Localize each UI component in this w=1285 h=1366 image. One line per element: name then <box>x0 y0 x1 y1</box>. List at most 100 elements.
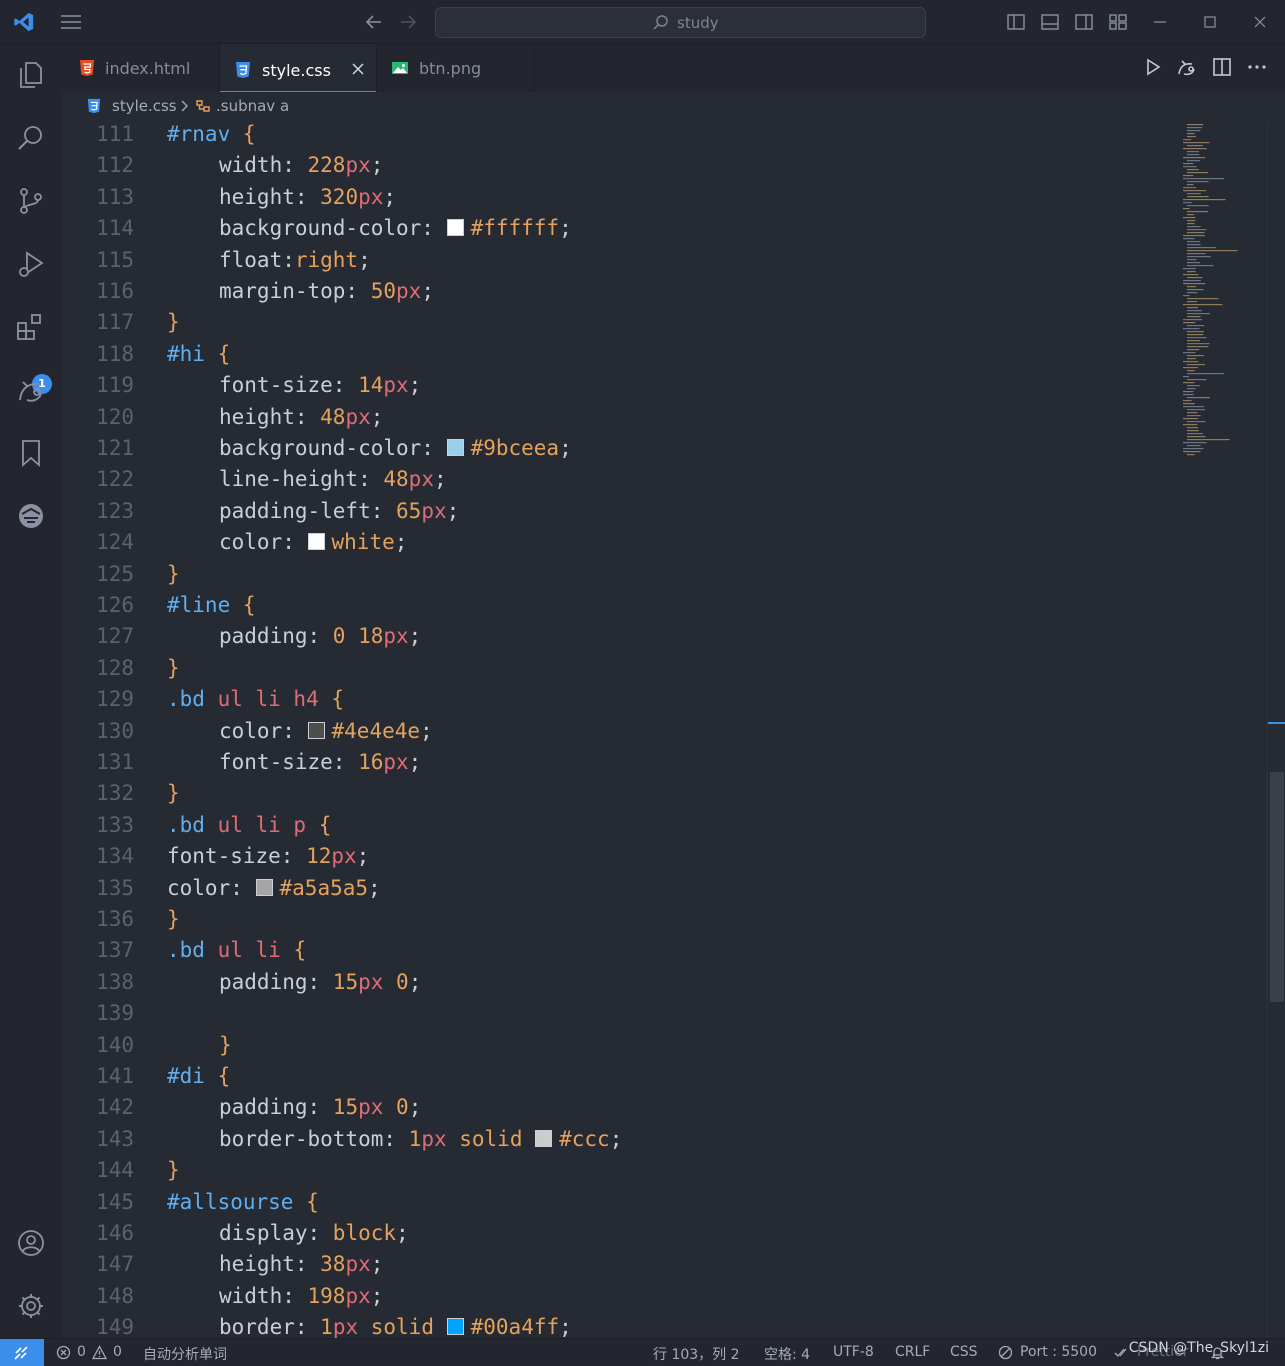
extension-panel-icon[interactable] <box>15 500 47 532</box>
accounts-icon[interactable] <box>15 1227 47 1259</box>
code-line[interactable]: 126 #line { <box>62 593 1162 624</box>
minimap-line <box>1187 169 1199 171</box>
live-server-port[interactable]: Port : 5500 <box>1020 1344 1097 1360</box>
color-swatch[interactable] <box>307 721 325 739</box>
code-token: { <box>318 812 332 837</box>
code-line[interactable]: 119 font-size: 14px; <box>62 373 1162 404</box>
menu-icon[interactable] <box>60 13 82 31</box>
code-line[interactable]: 111 #rnav { <box>62 122 1162 153</box>
minimize-icon[interactable] <box>1149 11 1171 33</box>
color-swatch[interactable] <box>307 533 325 551</box>
code-line[interactable]: 137 .bd ul li { <box>62 938 1162 969</box>
code-line[interactable]: 144} <box>62 1158 1162 1189</box>
indentation[interactable]: 空格: 4 <box>764 1344 810 1364</box>
code-line[interactable]: 139 <box>62 1001 1162 1032</box>
code-line[interactable]: 141 #di { <box>62 1064 1162 1095</box>
vertical-scrollbar[interactable] <box>1267 122 1285 1338</box>
line-ending[interactable]: CRLF <box>895 1344 930 1360</box>
code-line[interactable]: 135 color: #a5a5a5; <box>62 876 1162 907</box>
explorer-icon[interactable] <box>15 59 47 91</box>
color-swatch[interactable] <box>446 439 464 456</box>
code-line[interactable]: 128} <box>62 656 1162 687</box>
code-line[interactable]: 118 #hi { <box>62 342 1162 373</box>
code-line[interactable]: 134 font-size: 12px; <box>62 844 1162 875</box>
run-icon[interactable] <box>1142 56 1164 78</box>
code-line[interactable]: 117} <box>62 310 1162 341</box>
forward-arrow-icon[interactable] <box>398 12 418 32</box>
code-line[interactable]: 123 padding-left: 65px; <box>62 499 1162 530</box>
encoding[interactable]: UTF-8 <box>833 1344 874 1360</box>
code-line[interactable]: 140} <box>62 1033 1162 1064</box>
code-line[interactable]: 133 .bd ul li p { <box>62 813 1162 844</box>
code-line[interactable]: 145 #allsourse { <box>62 1190 1162 1221</box>
tab-style-css[interactable]: style.css <box>220 44 377 93</box>
code-line[interactable]: 136} <box>62 907 1162 938</box>
code-line[interactable]: 115 float:right; <box>62 248 1162 279</box>
source-control-icon[interactable] <box>15 185 47 217</box>
code-line[interactable]: 122 line-height: 48px; <box>62 467 1162 498</box>
breadcrumb-file[interactable]: style.css <box>112 97 177 115</box>
color-swatch[interactable] <box>255 878 273 896</box>
warning-count[interactable]: 0 <box>113 1344 122 1360</box>
run-debug-icon[interactable] <box>15 248 47 280</box>
close-window-icon[interactable] <box>1249 11 1271 33</box>
maximize-icon[interactable] <box>1199 11 1221 33</box>
code-line[interactable]: 142 padding: 15px 0; <box>62 1095 1162 1126</box>
code-token: padding: <box>219 1095 333 1120</box>
customize-layout-icon[interactable] <box>1108 12 1128 32</box>
code-line[interactable]: 132} <box>62 781 1162 812</box>
tab-btn-png[interactable]: btn.png <box>377 44 535 92</box>
settings-gear-icon[interactable] <box>15 1290 47 1322</box>
minimap-line <box>1183 178 1225 180</box>
cursor-position[interactable]: 行 103，列 2 <box>653 1344 740 1364</box>
back-arrow-icon[interactable] <box>364 12 384 32</box>
code-line[interactable]: 129 .bd ul li h4 { <box>62 687 1162 718</box>
code-line[interactable]: 116 margin-top: 50px; <box>62 279 1162 310</box>
color-swatch[interactable] <box>535 1129 553 1147</box>
split-editor-icon[interactable] <box>1211 56 1233 78</box>
code-line[interactable]: 112 width: 228px; <box>62 153 1162 184</box>
code-line[interactable]: 131 font-size: 16px; <box>62 750 1162 781</box>
color-swatch[interactable] <box>446 1318 464 1336</box>
search-icon[interactable] <box>15 122 47 154</box>
bookmark-icon[interactable] <box>15 437 47 469</box>
scrollbar-thumb[interactable] <box>1270 772 1284 1002</box>
code-editor[interactable]: 111 #rnav {112 width: 228px; 113 height: 320… <box>62 122 1267 1338</box>
command-center-search[interactable]: study <box>435 7 926 38</box>
live-share-icon[interactable] <box>1176 56 1198 78</box>
code-line[interactable]: 148 width: 198px; <box>62 1284 1162 1315</box>
code-line[interactable]: 143 border-bottom: 1px solid #ccc; <box>62 1127 1162 1158</box>
code-line[interactable]: 149 border: 1px solid #00a4ff; <box>62 1315 1162 1338</box>
code-line[interactable]: 127 padding: 0 18px; <box>62 624 1162 655</box>
minimap-line <box>1187 349 1200 351</box>
remote-indicator[interactable] <box>0 1339 44 1366</box>
minimap-line <box>1183 406 1204 408</box>
minimap-line <box>1183 367 1198 369</box>
code-line[interactable]: 138 padding: 15px 0; <box>62 970 1162 1001</box>
code-line[interactable]: 124 color: white; <box>62 530 1162 561</box>
remote-explorer-icon[interactable] <box>15 374 47 406</box>
code-line[interactable]: 113 height: 320px; <box>62 185 1162 216</box>
breadcrumb-symbol[interactable]: .subnav a <box>216 97 289 115</box>
tab-index-html[interactable]: index.html <box>62 44 220 92</box>
extensions-icon[interactable] <box>15 311 47 343</box>
spell-check-status[interactable]: 自动分析单词 <box>143 1344 227 1364</box>
code-line[interactable]: 125} <box>62 562 1162 593</box>
minimap[interactable] <box>1183 122 1243 462</box>
minimap-line <box>1187 127 1203 129</box>
code-line[interactable]: 130 color: #4e4e4e; <box>62 719 1162 750</box>
language-mode[interactable]: CSS <box>950 1344 978 1360</box>
toggle-primary-sidebar-icon[interactable] <box>1006 12 1026 32</box>
error-count[interactable]: 0 <box>77 1344 86 1360</box>
code-line[interactable]: 114 background-color: #ffffff; <box>62 216 1162 247</box>
code-line[interactable]: 147 height: 38px; <box>62 1252 1162 1283</box>
toggle-secondary-sidebar-icon[interactable] <box>1074 12 1094 32</box>
more-actions-icon[interactable] <box>1246 56 1268 78</box>
code-token: { <box>217 341 231 366</box>
color-swatch[interactable] <box>446 219 464 237</box>
close-tab-icon[interactable] <box>348 59 368 79</box>
code-line[interactable]: 120 height: 48px; <box>62 405 1162 436</box>
code-line[interactable]: 121 background-color: #9bceea; <box>62 436 1162 467</box>
toggle-panel-icon[interactable] <box>1040 12 1060 32</box>
code-line[interactable]: 146 display: block; <box>62 1221 1162 1252</box>
